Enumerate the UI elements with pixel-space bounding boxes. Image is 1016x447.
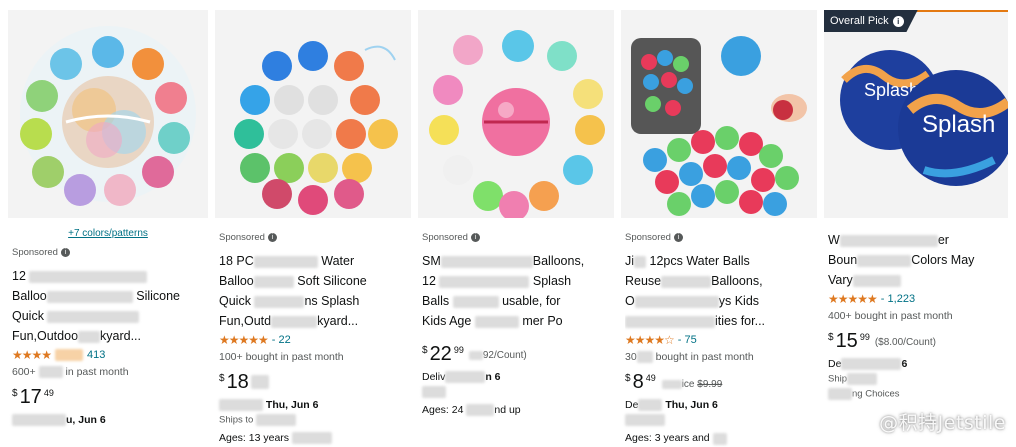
star-rating-icon: ★★★★★: [828, 292, 878, 306]
rating-count[interactable]: - 75: [678, 334, 697, 346]
age-range: Ages: 3 years and: [625, 432, 813, 445]
ships-to: Ship: [828, 373, 1004, 386]
star-rating-icon: ★★★★★: [219, 333, 269, 347]
info-icon[interactable]: i: [673, 233, 683, 242]
product-title[interactable]: 12 Balloo Silicone Quick Fun,Outdoo kyard…: [12, 266, 204, 346]
product-image[interactable]: [621, 10, 817, 218]
product-image[interactable]: Overall Pick i Splash Splash: [824, 10, 1008, 218]
product-title[interactable]: SM Balloons, 12 Splash Balls usable, for …: [422, 251, 610, 331]
watermark: @积持Jetstile: [879, 412, 1006, 434]
star-rating-icon: ★★★★☆: [625, 333, 675, 347]
product-title[interactable]: Ji 12pcs Water Balls Reuse Balloons, Oys …: [625, 251, 813, 331]
rating-count[interactable]: - 22: [272, 334, 291, 346]
product-image[interactable]: [215, 10, 411, 218]
sponsored-label: Sponsored i: [12, 247, 204, 258]
rating[interactable]: ★★★★★ - 1,223: [828, 292, 1004, 306]
product-card[interactable]: Sponsored i SM Balloons, 12 Splash Balls u…: [418, 10, 614, 447]
bought-count: 600+ in past month: [12, 366, 129, 379]
info-icon[interactable]: i: [60, 248, 70, 257]
delivery-date: Deliv n 6: [422, 371, 501, 384]
delivery-date: De 6: [828, 358, 908, 371]
svg-text:Splash: Splash: [922, 111, 995, 138]
age-range: Ages: 13 years: [219, 432, 407, 445]
product-card[interactable]: Sponsored i 18 PC Water Balloo Soft Silic…: [215, 10, 411, 447]
product-image[interactable]: [8, 10, 208, 218]
bought-count: 400+ bought in past month: [828, 310, 953, 322]
price[interactable]: $22 99 92/Count): [422, 343, 610, 365]
delivery-date: u, Jun 6: [12, 414, 204, 427]
delivery-date: De Thu, Jun 6: [625, 399, 718, 412]
product-grid: +7 colors/patterns Sponsored i 12 Balloo …: [8, 10, 1008, 447]
delivery-date: Thu, Jun 6: [219, 399, 407, 412]
bought-count: 30 bought in past month: [625, 351, 754, 364]
rating-count[interactable]: 413: [87, 349, 105, 361]
color-options-link[interactable]: +7 colors/patterns: [12, 228, 204, 239]
product-card[interactable]: Overall Pick i Splash Splash Wer Boun Colo…: [824, 10, 1008, 447]
sponsored-label: Sponsored i: [625, 232, 813, 243]
product-title[interactable]: 18 PC Water Balloo Soft Silicone Quick n…: [219, 251, 407, 331]
product-title[interactable]: Wer Boun Colors May Vary: [828, 230, 1004, 290]
bought-count: 100+ bought in past month: [219, 351, 344, 363]
price[interactable]: $17 49: [12, 386, 204, 408]
product-card[interactable]: Sponsored i Ji 12pcs Water Balls Reuse Bal…: [621, 10, 817, 447]
product-card[interactable]: +7 colors/patterns Sponsored i 12 Balloo …: [8, 10, 208, 447]
rating[interactable]: ★★★★ 413: [12, 348, 204, 362]
ships-to: [625, 414, 813, 427]
price[interactable]: $8 49 ice $9.99: [625, 371, 813, 393]
age-range: Ages: 24 nd up: [422, 404, 521, 417]
ships-to: Ships to: [219, 414, 407, 427]
star-rating-icon: ★★★★: [12, 348, 52, 362]
rating-count[interactable]: - 1,223: [881, 293, 915, 305]
info-icon[interactable]: i: [470, 233, 480, 242]
list-price: ice $9.99: [661, 379, 722, 390]
price[interactable]: $18: [219, 371, 407, 393]
overall-pick-badge: Overall Pick i: [824, 10, 918, 32]
sponsored-label: Sponsored i: [219, 232, 407, 243]
product-image[interactable]: [418, 10, 614, 218]
ships-to: [422, 386, 610, 399]
rating[interactable]: ★★★★★ - 22: [219, 333, 407, 347]
info-icon[interactable]: i: [892, 15, 904, 27]
price[interactable]: $15 99 ($8.00/Count): [828, 330, 1004, 352]
sponsored-label: Sponsored i: [422, 232, 610, 243]
rating[interactable]: ★★★★☆ - 75: [625, 333, 813, 347]
info-icon[interactable]: i: [267, 233, 277, 242]
shipping-choices[interactable]: ng Choices: [828, 388, 1004, 401]
